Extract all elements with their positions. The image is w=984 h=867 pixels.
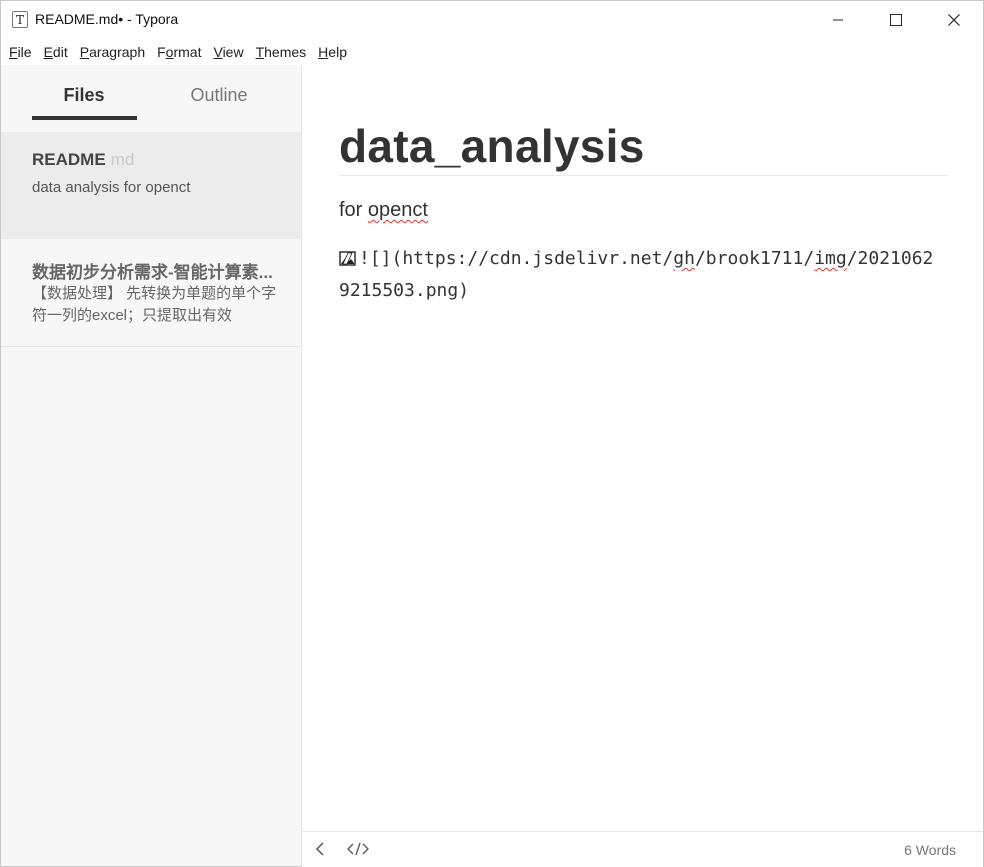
tab-files[interactable]: Files [31,85,137,106]
file-extension: md [110,150,135,169]
maximize-button[interactable] [867,1,925,39]
menu-paragraph-accel: P [79,44,90,60]
menu-format-label-start: F [157,44,166,60]
typora-app-icon: T [12,11,28,28]
file-name: README md [32,150,292,170]
tab-outline[interactable]: Outline [169,85,269,106]
document-heading[interactable]: data_analysis [339,119,645,173]
file-preview: data analysis for openct [32,179,191,196]
title-bar[interactable]: T README.md• - Typora [1,1,983,39]
active-tab-indicator [32,116,137,120]
close-button[interactable] [925,1,983,39]
menu-view[interactable]: View [207,39,249,65]
menu-format[interactable]: Format [151,39,207,65]
menu-help[interactable]: Help [312,39,353,65]
sidebar: Files Outline README md data analysis for… [1,65,302,866]
menu-file-accel: F [9,44,18,60]
menu-themes[interactable]: Themes [250,39,313,65]
status-bar: 6 Words [302,831,983,867]
misspelled-word: gh [673,248,695,269]
window-title: README.md• - Typora [35,11,179,27]
code-text: ![](https://cdn.jsdelivr.net/ [359,248,674,269]
file-item-readme[interactable]: README md data analysis for openct [1,132,301,239]
file-name-text: README [32,150,106,169]
menu-view-accel: V [213,44,223,60]
menu-help-accel: H [318,44,329,60]
file-item-data-analysis[interactable]: 数据初步分析需求-智能计算素... 【数据处理】 先转换为单题的单个字符一列的e… [1,239,301,347]
minimize-button[interactable] [809,1,867,39]
file-preview: 【数据处理】 先转换为单题的单个字符一列的excel；只提取出有效 [32,285,277,324]
chevron-left-icon[interactable] [314,841,328,857]
sidebar-tabs: Files Outline [1,65,301,131]
close-icon [948,14,960,26]
menu-bar: File Edit Paragraph Format View Themes H… [1,39,983,65]
menu-edit[interactable]: Edit [38,39,74,65]
menu-file-label: ile [17,44,32,60]
file-name: 数据初步分析需求-智能计算素... [32,263,273,282]
editor-pane[interactable]: data_analysis for openct ![](https://cdn… [302,65,983,831]
image-markdown-line[interactable]: ![](https://cdn.jsdelivr.net/gh/brook171… [339,248,933,269]
code-text: /2021062 [846,248,934,269]
menu-themes-accel: T [255,44,265,60]
menu-paragraph[interactable]: Paragraph [74,39,151,65]
menu-help-label: elp [328,44,347,60]
paragraph-text: for [339,199,368,221]
broken-image-icon [339,251,356,266]
menu-view-label: iew [222,44,244,60]
source-code-icon[interactable] [347,841,369,857]
heading-divider [339,175,948,176]
paragraph[interactable]: for openct [339,199,428,222]
menu-format-label-end: rmat [173,44,202,60]
image-markdown-line-continued[interactable]: 9215503.png) [339,280,469,301]
misspelled-word: img [814,248,847,269]
menu-file[interactable]: File [1,39,38,65]
word-count[interactable]: 6 Words [904,842,956,858]
menu-edit-accel: E [43,44,53,60]
menu-paragraph-label: aragraph [89,44,146,60]
minimize-icon [833,19,843,21]
code-text: /brook1711/ [694,248,815,269]
maximize-icon [890,14,902,26]
menu-themes-label: hemes [264,44,307,60]
menu-edit-label: dit [52,44,68,60]
typora-window: T README.md• - Typora File Edit Paragrap… [0,0,984,867]
misspelled-word[interactable]: openct [368,199,428,221]
